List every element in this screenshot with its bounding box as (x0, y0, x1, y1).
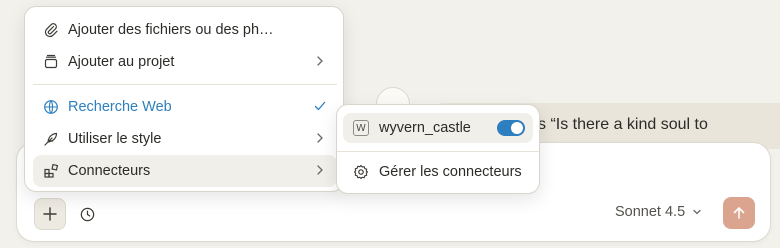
history-button[interactable] (71, 198, 103, 230)
check-icon (313, 99, 327, 117)
project-box-icon (33, 54, 69, 70)
chevron-right-icon (313, 131, 327, 149)
menu-item-label: Ajouter des fichiers ou des ph… (68, 22, 274, 38)
menu-item-use-style[interactable]: Utiliser le style (33, 123, 337, 155)
clock-icon (80, 207, 94, 221)
blocks-icon (33, 163, 69, 179)
model-selector[interactable]: Sonnet 4.5 (615, 204, 703, 220)
send-button[interactable] (723, 197, 755, 229)
arrow-up-icon (733, 207, 745, 219)
menu-item-label: Connecteurs (68, 163, 151, 179)
connectors-submenu: W wyvern_castle Gérer les connecteurs (336, 104, 540, 194)
model-label: Sonnet 4.5 (615, 204, 686, 220)
manage-connectors-item[interactable]: Gérer les connecteurs (343, 157, 533, 187)
connector-name: wyvern_castle (379, 120, 471, 136)
menu-item-add-files[interactable]: Ajouter des fichiers ou des ph… (33, 14, 337, 46)
connector-logo-icon: W (353, 120, 369, 136)
menu-item-label: Utiliser le style (68, 131, 162, 147)
connector-item-wyvern-castle[interactable]: W wyvern_castle (343, 113, 533, 143)
attach-menu: Ajouter des fichiers ou des ph… Ajouter … (24, 6, 344, 192)
paperclip-icon (33, 22, 69, 38)
chat-message-text: s “Is there a kind soul to (538, 116, 708, 133)
menu-item-connectors[interactable]: Connecteurs (33, 155, 337, 187)
chevron-right-icon (313, 54, 327, 72)
gear-icon (343, 164, 379, 180)
add-content-button[interactable] (34, 198, 66, 230)
feather-pen-icon (33, 131, 69, 147)
connector-toggle[interactable] (497, 120, 525, 136)
globe-icon (33, 99, 69, 115)
menu-item-label: Ajouter au projet (68, 54, 175, 70)
chevron-right-icon (313, 163, 327, 181)
menu-item-label: Recherche Web (68, 99, 172, 115)
manage-connectors-label: Gérer les connecteurs (379, 164, 522, 180)
menu-item-web-search[interactable]: Recherche Web (33, 91, 337, 123)
menu-divider (33, 84, 337, 85)
chevron-down-icon (693, 209, 701, 215)
menu-item-add-to-project[interactable]: Ajouter au projet (33, 46, 337, 78)
submenu-divider (337, 151, 539, 152)
plus-icon (43, 207, 57, 221)
